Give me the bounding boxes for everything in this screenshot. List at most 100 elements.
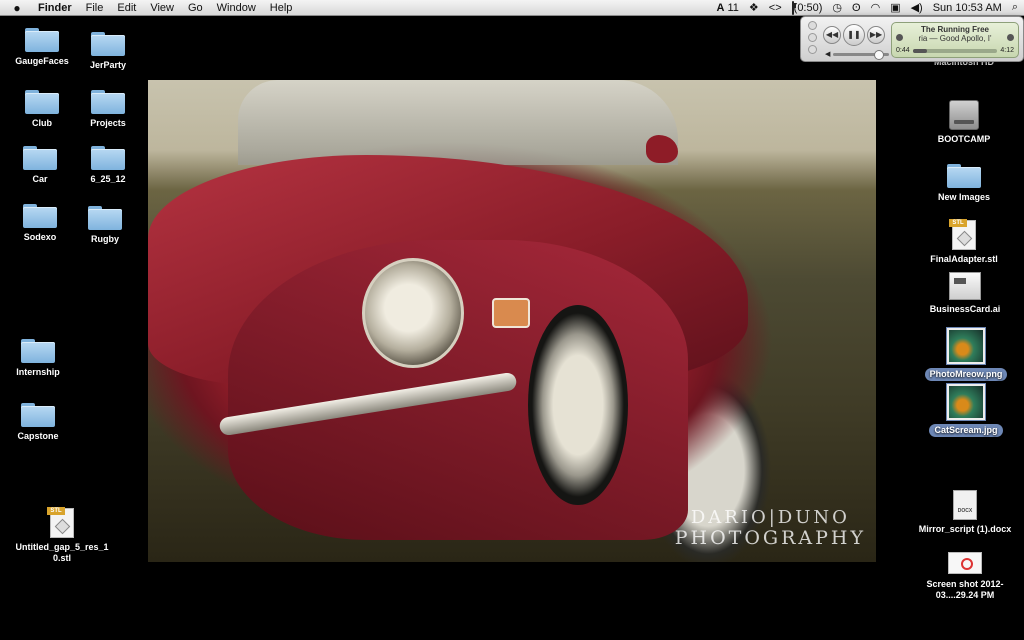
battery-time: (0:50) (793, 1, 823, 14)
watermark-name: DARIO|DUNO (690, 507, 850, 528)
desktop-file-businesscard[interactable]: BusinessCard.ai (922, 272, 1008, 315)
volume-control: ◀ ◀) (825, 49, 900, 60)
folder-icon (91, 146, 125, 170)
wallpaper-wheel (528, 305, 628, 505)
desktop-item-label: 6_25_12 (90, 174, 126, 184)
remaining-time: 4:12 (1000, 47, 1014, 54)
desktop-file-photomreow[interactable]: PhotoMreow.png (918, 327, 1014, 381)
photographer-watermark: DARIO|DUNO PHOTOGRAPHY (675, 507, 866, 549)
track-artist-album: ria — Good Apollo, I' (918, 34, 992, 43)
now-playing-display: The Running Free ria — Good Apollo, I' 0… (891, 22, 1019, 58)
menu-window[interactable]: Window (217, 2, 256, 14)
desktop-folder-6-25-12[interactable]: 6_25_12 (68, 146, 148, 185)
menu-file[interactable]: File (86, 2, 104, 14)
desktop-folder-new-images[interactable]: New Images (924, 164, 1004, 203)
folder-icon (25, 90, 59, 114)
progress-fill (912, 48, 928, 53)
bluetooth-icon[interactable]: ʘ (852, 2, 861, 14)
clock[interactable]: Sun 10:53 AM (933, 2, 1002, 14)
desktop-item-label: BusinessCard.ai (929, 304, 1001, 314)
desktop-item-label: Capstone (17, 431, 59, 441)
desktop-file-mirror-script[interactable]: Mirror_script (1).docx (912, 490, 1018, 535)
zoom-window-icon[interactable] (808, 45, 817, 54)
stl-tag: STL (47, 507, 65, 515)
desktop-folder-internship[interactable]: Internship (0, 339, 78, 378)
desktop-folder-capstone[interactable]: Capstone (0, 403, 78, 442)
desktop-item-label: CatScream.jpg (929, 424, 1003, 437)
volume-icon[interactable]: ◀) (911, 1, 923, 14)
desktop-item-label: Car (32, 174, 48, 184)
desktop-file-finaladapter[interactable]: STL FinalAdapter.stl (921, 219, 1007, 265)
image-thumbnail-icon (946, 383, 986, 421)
wallpaper-side-marker (492, 298, 530, 328)
desktop-item-label: Projects (90, 118, 126, 128)
desktop-item-label: Untitled_gap_5_res_1 0.stl (15, 542, 109, 563)
desktop-folder-rugby[interactable]: Rugby (65, 206, 145, 245)
menu-bar: ● Finder File Edit View Go Window Help A… (0, 0, 1024, 16)
desktop-item-label: Rugby (91, 234, 119, 244)
desktop-item-label: New Images (937, 192, 991, 202)
battery-icon[interactable]: (0:50) (791, 0, 823, 15)
dropbox-icon[interactable]: ❖ (749, 1, 759, 14)
desktop-wallpaper: DARIO|DUNO PHOTOGRAPHY (148, 80, 876, 562)
desktop-file-catscream[interactable]: CatScream.jpg (918, 383, 1014, 437)
itunes-mini-player[interactable]: ◀◀ ❚❚ ▶▶ ◀ ◀) The Running Free ria — Goo… (800, 16, 1024, 62)
folder-icon (21, 339, 55, 363)
adobe-updates-icon[interactable]: A 11 (716, 2, 738, 14)
folder-icon (91, 90, 125, 114)
volume-slider-knob[interactable] (874, 49, 885, 60)
wifi-icon[interactable]: ◠ (871, 1, 881, 14)
stl-tag: STL (949, 219, 967, 227)
folder-icon (88, 206, 122, 230)
menu-help[interactable]: Help (270, 2, 293, 14)
wallpaper-headlight (362, 258, 464, 368)
input-source-icon[interactable]: ▣ (890, 1, 900, 14)
wallpaper-windshield (238, 80, 678, 165)
playback-progress: 0:44 4:12 (896, 47, 1014, 54)
next-track-button[interactable]: ▶▶ (867, 26, 885, 44)
time-machine-icon[interactable]: ◷ (832, 1, 842, 14)
desktop-file-untitled-stl[interactable]: STL Untitled_gap_5_res_1 0.stl (14, 507, 110, 564)
desktop-item-label: PhotoMreow.png (924, 368, 1008, 381)
menu-view[interactable]: View (150, 2, 174, 14)
hard-drive-icon (949, 100, 979, 130)
volume-slider[interactable] (833, 49, 890, 60)
desktop-item-label: GaugeFaces (15, 56, 69, 66)
menu-edit[interactable]: Edit (117, 2, 136, 14)
track-title: The Running Free (921, 25, 989, 34)
desktop-item-label: Screen shot 2012-03....29.24 PM (926, 579, 1004, 600)
apple-menu-icon[interactable]: ● (10, 1, 24, 15)
folder-icon (25, 28, 59, 52)
desktop-item-label: Sodexo (23, 232, 57, 242)
lcd-toggle-icon[interactable] (1007, 34, 1014, 41)
folder-icon (23, 204, 57, 228)
desktop-file-screen-shot[interactable]: Screen shot 2012-03....29.24 PM (912, 548, 1018, 601)
desktop-item-label: JerParty (89, 60, 127, 70)
desktop-item-label: Mirror_script (1).docx (918, 524, 1012, 534)
folder-icon (21, 403, 55, 427)
illustrator-file-icon (949, 272, 981, 300)
image-thumbnail-icon (946, 327, 986, 365)
desktop-folder-jerparty[interactable]: JerParty (68, 32, 148, 71)
previous-track-button[interactable]: ◀◀ (823, 26, 841, 44)
stl-file-icon: STL (949, 219, 976, 250)
desktop-folder-projects[interactable]: Projects (68, 90, 148, 129)
menu-go[interactable]: Go (188, 2, 203, 14)
menu-finder[interactable]: Finder (38, 2, 72, 14)
volume-low-icon: ◀ (825, 51, 831, 58)
folder-icon (947, 164, 981, 188)
play-pause-button[interactable]: ❚❚ (843, 24, 865, 46)
minimize-window-icon[interactable] (808, 33, 817, 42)
progress-scrubber[interactable] (912, 48, 998, 53)
desktop-item-label: Club (32, 118, 52, 128)
playback-mode-icon[interactable] (896, 34, 903, 41)
close-window-icon[interactable] (808, 21, 817, 30)
status-area: A 11 ❖ <> (0:50) ◷ ʘ ◠ ▣ ◀) Sun 10:53 AM… (716, 0, 1018, 15)
code-icon[interactable]: <> (769, 2, 782, 14)
desktop-drive-bootcamp[interactable]: BOOTCAMP (924, 100, 1004, 145)
folder-icon (91, 32, 125, 56)
word-document-icon (953, 490, 977, 520)
screenshot-file-icon (948, 552, 982, 574)
spotlight-search-icon[interactable]: ⌕ (1012, 1, 1018, 14)
stl-file-icon: STL (47, 507, 74, 538)
